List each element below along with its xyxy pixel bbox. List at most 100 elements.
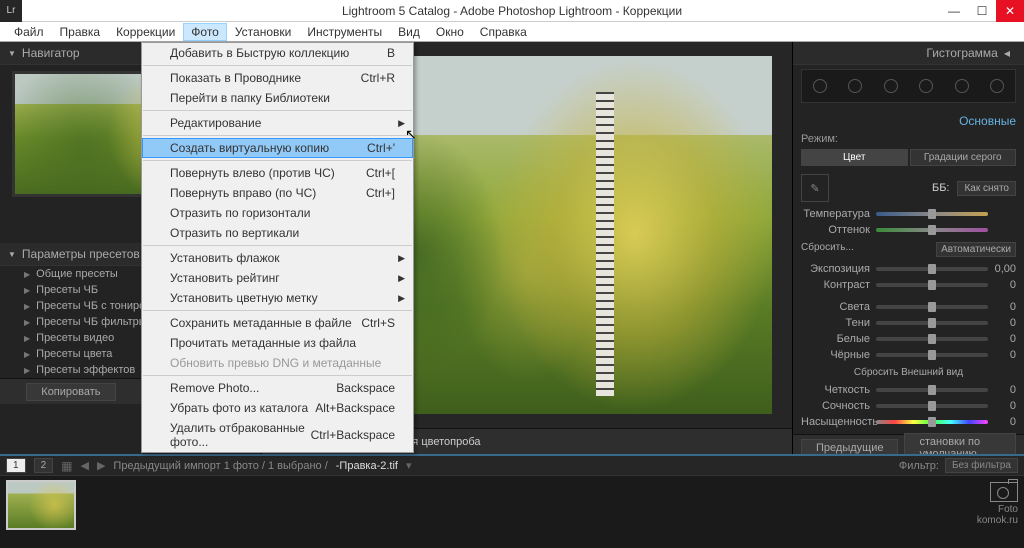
wb-eyedropper-icon[interactable]: ✎: [801, 174, 829, 202]
collapse-icon: ▼: [8, 250, 16, 259]
filmstrip-info: Предыдущий импорт 1 фото / 1 выбрано /: [113, 460, 327, 472]
saturation-slider[interactable]: [876, 420, 988, 424]
menuitem[interactable]: Создать виртуальную копиюCtrl+': [142, 138, 413, 158]
redeye-tool-icon[interactable]: [884, 79, 898, 93]
expand-icon: ▶: [24, 350, 30, 359]
whites-label: Белые: [801, 333, 876, 345]
menuitem[interactable]: Установить рейтинг▶: [142, 268, 413, 288]
menuitem[interactable]: Перейти в папку Библиотеки: [142, 88, 413, 108]
tint-label: Оттенок: [801, 224, 876, 236]
menuitem[interactable]: Удалить отбракованные фото...Ctrl+Backsp…: [142, 418, 413, 452]
wb-preset-select[interactable]: Как снято: [957, 181, 1016, 196]
clarity-slider[interactable]: [876, 388, 988, 392]
menu-фото[interactable]: Фото: [183, 23, 227, 41]
brush-tool-icon[interactable]: [990, 79, 1004, 93]
spot-tool-icon[interactable]: [848, 79, 862, 93]
vibrance-label: Сочность: [801, 400, 876, 412]
clarity-value: 0: [988, 384, 1016, 396]
expand-icon: ▶: [24, 302, 30, 311]
presence-reset-button[interactable]: Сбросить Внешний вид: [854, 367, 963, 378]
reset-default-button[interactable]: становки по умолчанию: [904, 433, 1016, 455]
treatment-gray-button[interactable]: Градации серого: [910, 149, 1017, 166]
treatment-color-button[interactable]: Цвет: [801, 149, 908, 166]
presets-label: Параметры пресетов: [22, 247, 140, 261]
tint-slider[interactable]: [876, 228, 988, 232]
photo-menu-dropdown: Добавить в Быструю коллекциюB Показать в …: [141, 42, 414, 453]
vibrance-slider[interactable]: [876, 404, 988, 408]
menu-правка[interactable]: Правка: [52, 23, 109, 41]
temp-label: Температура: [801, 208, 876, 220]
blacks-slider[interactable]: [876, 353, 988, 357]
tool-strip: [801, 69, 1016, 103]
grid-icon[interactable]: ▦: [61, 459, 72, 473]
temp-slider[interactable]: [876, 212, 988, 216]
expand-icon: ▶: [24, 318, 30, 327]
monitor-1-button[interactable]: 1: [6, 458, 26, 473]
blacks-label: Чёрные: [801, 349, 876, 361]
minimize-button[interactable]: —: [940, 0, 968, 22]
menuitem[interactable]: Remove Photo...Backspace: [142, 378, 413, 398]
menuitem[interactable]: Отразить по горизонтали: [142, 203, 413, 223]
camera-icon: [990, 482, 1018, 502]
saturation-label: Насыщенность: [801, 416, 876, 428]
clarity-label: Четкость: [801, 384, 876, 396]
vibrance-value: 0: [988, 400, 1016, 412]
menu-справка[interactable]: Справка: [472, 23, 535, 41]
menu-коррекции[interactable]: Коррекции: [108, 23, 183, 41]
collapse-icon: ▼: [8, 49, 16, 58]
close-button[interactable]: ✕: [996, 0, 1024, 22]
shadows-slider[interactable]: [876, 321, 988, 325]
menuitem[interactable]: Установить цветную метку▶: [142, 288, 413, 308]
highlights-slider[interactable]: [876, 305, 988, 309]
app-icon: Lr: [0, 0, 22, 22]
menuitem[interactable]: Прочитать метаданные из файла: [142, 333, 413, 353]
menuitem[interactable]: Редактирование▶: [142, 113, 413, 133]
menu-установки[interactable]: Установки: [227, 23, 299, 41]
watermark: Foto komok.ru: [977, 482, 1018, 526]
expand-icon: ▶: [24, 334, 30, 343]
auto-tone-button[interactable]: Автоматически: [936, 242, 1016, 257]
shadows-label: Тени: [801, 317, 876, 329]
filmstrip-filename: -Правка-2.tif: [336, 460, 398, 472]
menubar: ФайлПравкаКоррекцииФотоУстановкиИнструме…: [0, 22, 1024, 42]
tone-reset-button[interactable]: Сбросить...: [801, 242, 854, 257]
contrast-slider[interactable]: [876, 283, 988, 287]
exposure-slider[interactable]: [876, 267, 988, 271]
crop-tool-icon[interactable]: [813, 79, 827, 93]
basic-panel-title[interactable]: Основные: [801, 111, 1016, 131]
expand-icon: ▶: [24, 270, 30, 279]
highlights-value: 0: [988, 301, 1016, 313]
whites-slider[interactable]: [876, 337, 988, 341]
whites-value: 0: [988, 333, 1016, 345]
menu-окно[interactable]: Окно: [428, 23, 472, 41]
shadows-value: 0: [988, 317, 1016, 329]
menu-инструменты[interactable]: Инструменты: [299, 23, 390, 41]
menuitem[interactable]: Повернуть влево (против ЧС)Ctrl+[: [142, 163, 413, 183]
previous-button[interactable]: Предыдущие: [801, 439, 898, 455]
menuitem[interactable]: Установить флажок▶: [142, 248, 413, 268]
highlights-label: Света: [801, 301, 876, 313]
exposure-value: 0,00: [988, 263, 1016, 275]
menuitem[interactable]: Сохранить метаданные в файлеCtrl+S: [142, 313, 413, 333]
filter-select[interactable]: Без фильтра: [945, 458, 1018, 473]
histogram-panel-header[interactable]: Гистограмма◀: [793, 42, 1024, 65]
nav-fwd-icon[interactable]: ▶: [97, 459, 105, 472]
filmstrip-thumbnail[interactable]: [6, 480, 76, 530]
nav-back-icon[interactable]: ◀: [80, 459, 88, 472]
menuitem[interactable]: Убрать фото из каталогаAlt+Backspace: [142, 398, 413, 418]
monitor-2-button[interactable]: 2: [34, 458, 54, 473]
menuitem[interactable]: Отразить по вертикали: [142, 223, 413, 243]
dropdown-icon[interactable]: ▾: [406, 459, 412, 472]
radial-tool-icon[interactable]: [955, 79, 969, 93]
menuitem[interactable]: Показать в ПроводникеCtrl+R: [142, 68, 413, 88]
saturation-value: 0: [988, 416, 1016, 428]
menu-файл[interactable]: Файл: [6, 23, 52, 41]
menu-вид[interactable]: Вид: [390, 23, 428, 41]
menuitem[interactable]: Повернуть вправо (по ЧС)Ctrl+]: [142, 183, 413, 203]
copy-button[interactable]: Копировать: [26, 383, 115, 401]
grad-tool-icon[interactable]: [919, 79, 933, 93]
menuitem[interactable]: Добавить в Быструю коллекциюB: [142, 43, 413, 63]
contrast-label: Контраст: [801, 279, 876, 291]
collapse-icon: ◀: [1004, 49, 1010, 58]
maximize-button[interactable]: ☐: [968, 0, 996, 22]
